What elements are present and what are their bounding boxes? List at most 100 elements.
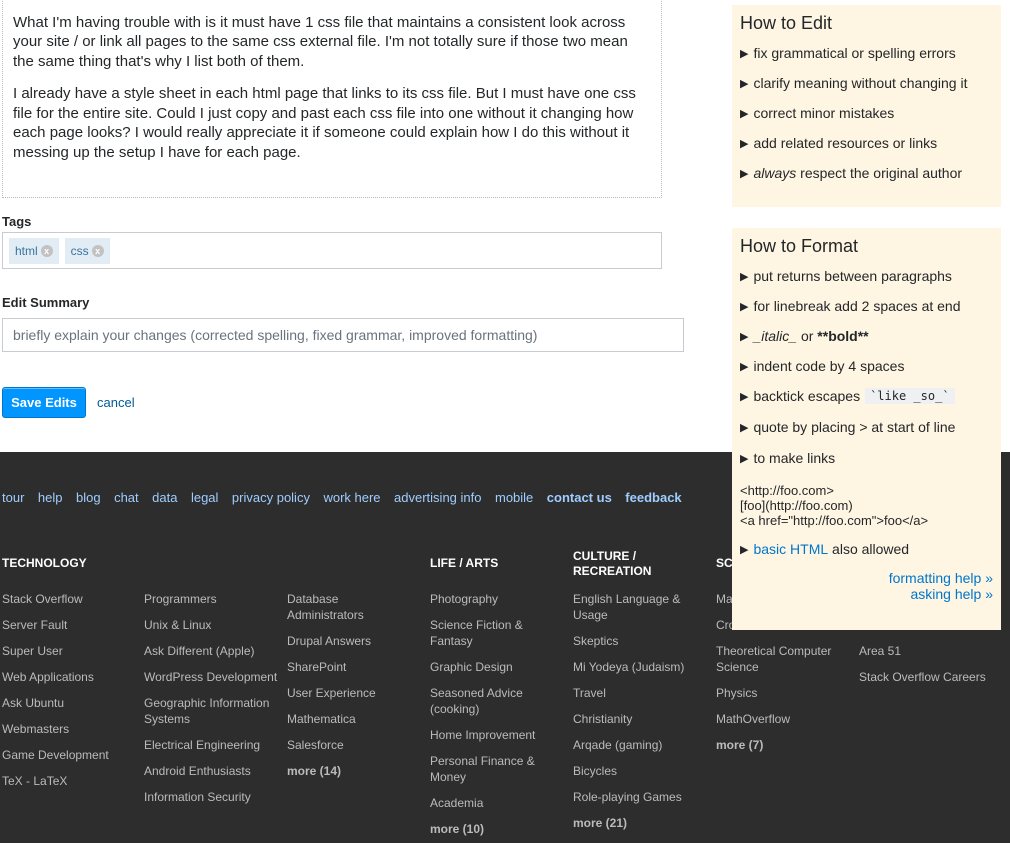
format-tip: ▶ backtick escapes `like _so_` xyxy=(740,381,993,411)
link-example: <a href="http://foo.com">foo</a> xyxy=(740,513,929,528)
footer-site-link[interactable]: Salesforce xyxy=(287,737,397,753)
footer-site-link[interactable]: Theoretical Computer Science xyxy=(716,643,841,675)
footer-site-link[interactable]: Web Applications xyxy=(2,669,137,685)
format-tip: ▶ to make links xyxy=(740,443,993,473)
edit-tip-text: fix grammatical or spelling errors xyxy=(753,45,956,61)
footer-site-link[interactable]: Information Security xyxy=(144,789,280,805)
footer-life-arts-col: Photography Science Fiction & Fantasy Gr… xyxy=(430,591,550,847)
how-to-format-panel: How to Format ▶ put returns between parag… xyxy=(732,228,1001,630)
footer-site-link[interactable]: Database Administrators xyxy=(287,591,397,623)
footer-site-link[interactable]: Stack Overflow Careers xyxy=(859,669,1009,685)
footer-site-link[interactable]: Geographic Information Systems xyxy=(144,695,280,727)
edit-tip-text: respect the original author xyxy=(796,165,963,181)
footer-site-link[interactable]: Christianity xyxy=(573,711,698,727)
edit-tip: ▶ correct minor mistakes xyxy=(740,98,993,128)
footer-link-mobile[interactable]: mobile xyxy=(495,490,533,505)
footer-site-link[interactable]: Seasoned Advice (cooking) xyxy=(430,685,550,717)
link-examples: <http://foo.com> [foo](http://foo.com) <… xyxy=(740,483,993,528)
footer-site-link[interactable]: WordPress Development xyxy=(144,669,280,685)
footer-link-privacy-policy[interactable]: privacy policy xyxy=(232,490,310,505)
format-tip: ▶ basic HTML also allowed xyxy=(740,534,993,564)
footer-site-link[interactable]: Mi Yodeya (Judaism) xyxy=(573,659,698,675)
format-tip-text: also allowed xyxy=(828,541,910,557)
footer-site-link[interactable]: Bicycles xyxy=(573,763,698,779)
footer-site-link[interactable]: SharePoint xyxy=(287,659,397,675)
save-edits-button[interactable]: Save Edits xyxy=(2,387,86,418)
remove-tag-icon[interactable]: x xyxy=(40,244,53,257)
footer-site-link[interactable]: Android Enthusiasts xyxy=(144,763,280,779)
footer-heading-life-arts: LIFE / ARTS xyxy=(430,556,499,570)
footer-link-blog[interactable]: blog xyxy=(76,490,101,505)
footer-site-link[interactable]: Physics xyxy=(716,685,841,701)
triangle-bullet-icon: ▶ xyxy=(740,167,749,180)
footer-site-link[interactable]: Mathematica xyxy=(287,711,397,727)
footer-site-link[interactable]: Arqade (gaming) xyxy=(573,737,698,753)
format-tip-text: to make links xyxy=(753,450,836,466)
remove-tag-icon[interactable]: x xyxy=(91,244,104,257)
footer-site-link[interactable]: Graphic Design xyxy=(430,659,550,675)
footer-site-link[interactable]: Drupal Answers xyxy=(287,633,397,649)
footer-site-link[interactable]: Role-playing Games xyxy=(573,789,698,805)
footer-site-link[interactable]: Game Development xyxy=(2,747,137,763)
edit-summary-label: Edit Summary xyxy=(2,295,90,310)
triangle-bullet-icon: ▶ xyxy=(740,300,749,313)
footer-site-link[interactable]: Science Fiction & Fantasy xyxy=(430,617,550,649)
edit-summary-input[interactable] xyxy=(2,318,684,352)
edit-tip-text: clarify meaning without changing it xyxy=(753,75,968,91)
footer-site-link[interactable]: Academia xyxy=(430,795,550,811)
how-to-edit-title: How to Edit xyxy=(740,13,833,33)
footer-site-link[interactable]: Server Fault xyxy=(2,617,137,633)
footer-site-link[interactable]: Ask Ubuntu xyxy=(2,695,137,711)
basic-html-link[interactable]: basic HTML xyxy=(753,541,828,557)
link-example: <http://foo.com> xyxy=(740,483,834,498)
footer-site-link[interactable]: Home Improvement xyxy=(430,727,550,743)
footer-site-link[interactable]: Photography xyxy=(430,591,550,607)
footer-link-help[interactable]: help xyxy=(38,490,63,505)
footer-link-data[interactable]: data xyxy=(152,490,177,505)
footer-site-link[interactable]: Webmasters xyxy=(2,721,137,737)
footer-more-link[interactable]: more (21) xyxy=(573,815,698,831)
format-tip: ▶ indent code by 4 spaces xyxy=(740,351,993,381)
format-tip-text: backtick escapes xyxy=(753,388,861,404)
triangle-bullet-icon: ▶ xyxy=(740,47,749,60)
footer-site-link[interactable]: Stack Overflow xyxy=(2,591,137,607)
format-tip-text: or xyxy=(797,328,818,344)
footer-culture-col: English Language & Usage Skeptics Mi Yod… xyxy=(573,591,698,841)
footer-site-link[interactable]: Unix & Linux xyxy=(144,617,280,633)
footer-link-feedback[interactable]: feedback xyxy=(625,490,681,505)
footer-link-legal[interactable]: legal xyxy=(191,490,218,505)
format-tip: ▶ _italic_ or **bold** xyxy=(740,321,993,351)
tag-css[interactable]: css x xyxy=(64,237,110,264)
footer-site-link[interactable]: Area 51 xyxy=(859,643,1009,659)
footer-site-link[interactable]: Ask Different (Apple) xyxy=(144,643,280,659)
footer-site-link[interactable]: English Language & Usage xyxy=(573,591,698,623)
footer-site-link[interactable]: Personal Finance & Money xyxy=(430,753,550,785)
footer-link-chat[interactable]: chat xyxy=(114,490,139,505)
footer-site-link[interactable]: Electrical Engineering xyxy=(144,737,280,753)
footer-other-col: Area 51 Stack Overflow Careers xyxy=(859,643,1009,695)
footer-more-link[interactable]: more (14) xyxy=(287,763,397,779)
footer-site-link[interactable]: TeX - LaTeX xyxy=(2,773,137,789)
footer-site-link[interactable]: Super User xyxy=(2,643,137,659)
triangle-bullet-icon: ▶ xyxy=(740,270,749,283)
footer-site-link[interactable]: Skeptics xyxy=(573,633,698,649)
tag-html[interactable]: html x xyxy=(9,237,59,264)
footer-more-link[interactable]: more (10) xyxy=(430,821,550,837)
asking-help-link[interactable]: asking help » xyxy=(910,586,993,602)
footer-site-link[interactable]: Travel xyxy=(573,685,698,701)
footer-link-contact-us[interactable]: contact us xyxy=(547,490,612,505)
footer-link-work-here[interactable]: work here xyxy=(323,490,380,505)
triangle-bullet-icon: ▶ xyxy=(740,543,749,556)
tags-input[interactable]: html x css x xyxy=(2,232,662,269)
cancel-link[interactable]: cancel xyxy=(97,395,135,410)
footer-link-advertising-info[interactable]: advertising info xyxy=(394,490,481,505)
footer-more-link[interactable]: more (7) xyxy=(716,737,841,753)
footer-site-link[interactable]: Programmers xyxy=(144,591,280,607)
edit-tip: ▶ fix grammatical or spelling errors xyxy=(740,38,993,68)
formatting-help-link[interactable]: formatting help » xyxy=(889,570,993,586)
footer-link-tour[interactable]: tour xyxy=(2,490,24,505)
footer-site-link[interactable]: MathOverflow xyxy=(716,711,841,727)
triangle-bullet-icon: ▶ xyxy=(740,330,749,343)
footer-site-link[interactable]: User Experience xyxy=(287,685,397,701)
preview-paragraph: What I'm having trouble with is it must … xyxy=(13,13,628,70)
